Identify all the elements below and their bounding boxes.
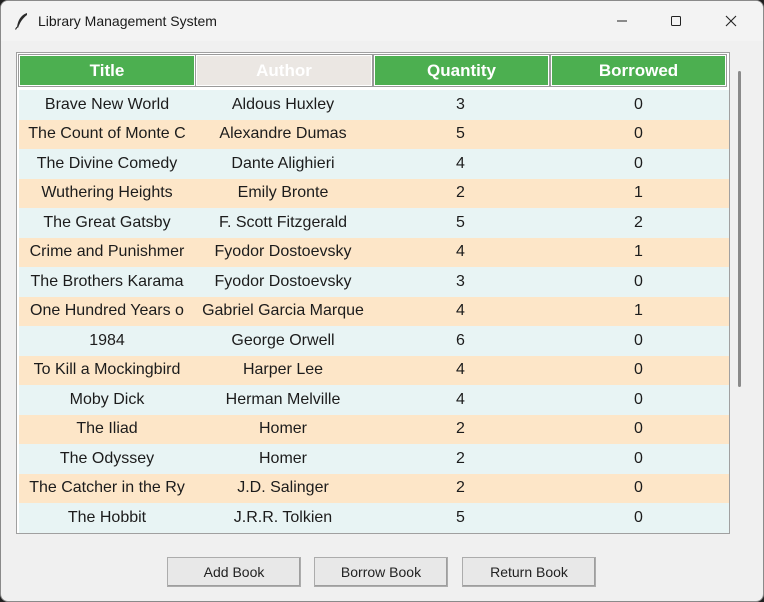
table-row[interactable]: The Count of Monte C Alexandre Dumas 5 0	[19, 119, 729, 149]
table-row[interactable]: Moby Dick Herman Melville 4 0	[19, 385, 729, 415]
table-body: Brave New World Aldous Huxley 3 0 The Count …	[19, 90, 729, 533]
cell-author: Homer	[258, 420, 307, 438]
table-row[interactable]: Crime and Punishmer Fyodor Dostoevsky 4 1	[19, 237, 729, 267]
cell-title: The Brothers Karama	[30, 272, 184, 290]
table-row[interactable]: The Divine Comedy Dante Alighieri 4 0	[19, 149, 729, 179]
cell-borrowed: 0	[634, 95, 643, 113]
cell-author: Gabriel Garcia Marque	[202, 302, 364, 320]
cell-borrowed: 2	[634, 213, 643, 231]
cell-author: Fyodor Dostoevsky	[214, 243, 352, 261]
cell-title: The Great Gatsby	[43, 213, 171, 231]
column-header-borrowed[interactable]: Borrowed	[550, 54, 727, 87]
cell-author: Herman Melville	[225, 390, 341, 408]
cell-title: 1984	[89, 331, 125, 349]
close-icon	[725, 15, 737, 27]
cell-quantity: 5	[456, 508, 465, 526]
table-row[interactable]: The Great Gatsby F. Scott Fitzgerald 5 2	[19, 208, 729, 238]
table-row[interactable]: The Iliad Homer 2 0	[19, 414, 729, 444]
cell-borrowed: 0	[634, 390, 643, 408]
cell-author: George Orwell	[231, 331, 335, 349]
cell-quantity: 3	[456, 95, 465, 113]
cell-quantity: 5	[456, 213, 465, 231]
table-row[interactable]: The Catcher in the Ry J.D. Salinger 2 0	[19, 473, 729, 503]
cell-borrowed: 0	[634, 420, 643, 438]
cell-borrowed: 0	[634, 479, 643, 497]
cell-author: F. Scott Fitzgerald	[218, 213, 348, 231]
cell-author: Dante Alighieri	[231, 154, 335, 172]
cell-quantity: 5	[456, 125, 465, 143]
table-row[interactable]: Wuthering Heights Emily Bronte 2 1	[19, 178, 729, 208]
cell-author: J.D. Salinger	[237, 479, 329, 497]
table-header: Title Author Quantity Borrowed	[17, 53, 729, 90]
cell-quantity: 4	[456, 154, 465, 172]
cell-author: Harper Lee	[242, 361, 324, 379]
cell-author: J.R.R. Tolkien	[233, 508, 333, 526]
cell-author: Fyodor Dostoevsky	[214, 272, 352, 290]
book-table[interactable]: Title Author Quantity Borrowed Brave New…	[16, 52, 730, 534]
add-book-button[interactable]: Add Book	[167, 557, 301, 587]
cell-title: One Hundred Years o	[30, 302, 184, 320]
feather-icon	[14, 13, 27, 30]
cell-title: Wuthering Heights	[41, 184, 173, 202]
title-bar[interactable]: Library Management System	[1, 1, 763, 41]
cell-borrowed: 1	[634, 302, 643, 320]
maximize-button[interactable]	[653, 1, 699, 41]
column-header-quantity[interactable]: Quantity	[373, 54, 550, 87]
close-button[interactable]	[708, 1, 754, 41]
table-row[interactable]: The Brothers Karama Fyodor Dostoevsky 3 0	[19, 267, 729, 297]
app-window: Library Management System Title Author Q…	[0, 0, 764, 602]
window-title: Library Management System	[38, 13, 217, 29]
table-row[interactable]: One Hundred Years o Gabriel Garcia Marque…	[19, 296, 729, 326]
cell-title: The Iliad	[76, 420, 138, 438]
cell-title: The Odyssey	[59, 449, 155, 467]
maximize-icon	[671, 16, 681, 26]
cell-quantity: 2	[456, 479, 465, 497]
cell-borrowed: 0	[634, 508, 643, 526]
table-row[interactable]: Brave New World Aldous Huxley 3 0	[19, 90, 729, 120]
table-row[interactable]: The Hobbit J.R.R. Tolkien 5 0	[19, 503, 729, 533]
cell-borrowed: 0	[634, 125, 643, 143]
cell-quantity: 4	[456, 390, 465, 408]
cell-quantity: 6	[456, 331, 465, 349]
cell-borrowed: 1	[634, 184, 643, 202]
borrow-book-button[interactable]: Borrow Book	[314, 557, 448, 587]
cell-borrowed: 0	[634, 449, 643, 467]
column-header-title[interactable]: Title	[18, 54, 196, 87]
minimize-icon	[617, 20, 627, 22]
minimize-button[interactable]	[599, 1, 645, 41]
cell-title: The Divine Comedy	[36, 154, 178, 172]
cell-quantity: 2	[456, 420, 465, 438]
cell-title: The Catcher in the Ry	[29, 479, 185, 497]
cell-title: Brave New World	[44, 95, 170, 113]
cell-quantity: 3	[456, 272, 465, 290]
cell-author: Aldous Huxley	[231, 95, 335, 113]
table-row[interactable]: To Kill a Mockingbird Harper Lee 4 0	[19, 355, 729, 385]
cell-title: The Hobbit	[67, 508, 147, 526]
cell-title: To Kill a Mockingbird	[33, 361, 181, 379]
cell-borrowed: 0	[634, 331, 643, 349]
cell-author: Homer	[258, 449, 307, 467]
cell-borrowed: 1	[634, 243, 643, 261]
cell-quantity: 2	[456, 449, 465, 467]
cell-quantity: 4	[456, 302, 465, 320]
column-header-author[interactable]: Author	[195, 54, 373, 87]
cell-borrowed: 0	[634, 272, 643, 290]
table-row[interactable]: 1984 George Orwell 6 0	[19, 326, 729, 356]
cell-title: Crime and Punishmer	[29, 243, 185, 261]
vertical-scrollbar[interactable]	[738, 71, 741, 387]
cell-quantity: 4	[456, 361, 465, 379]
cell-borrowed: 0	[634, 154, 643, 172]
cell-quantity: 4	[456, 243, 465, 261]
cell-author: Emily Bronte	[237, 184, 329, 202]
cell-title: Moby Dick	[69, 390, 145, 408]
cell-title: The Count of Monte C	[28, 125, 186, 143]
cell-borrowed: 0	[634, 361, 643, 379]
return-book-button[interactable]: Return Book	[462, 557, 596, 587]
cell-author: Alexandre Dumas	[219, 125, 347, 143]
table-row[interactable]: The Odyssey Homer 2 0	[19, 444, 729, 474]
cell-quantity: 2	[456, 184, 465, 202]
